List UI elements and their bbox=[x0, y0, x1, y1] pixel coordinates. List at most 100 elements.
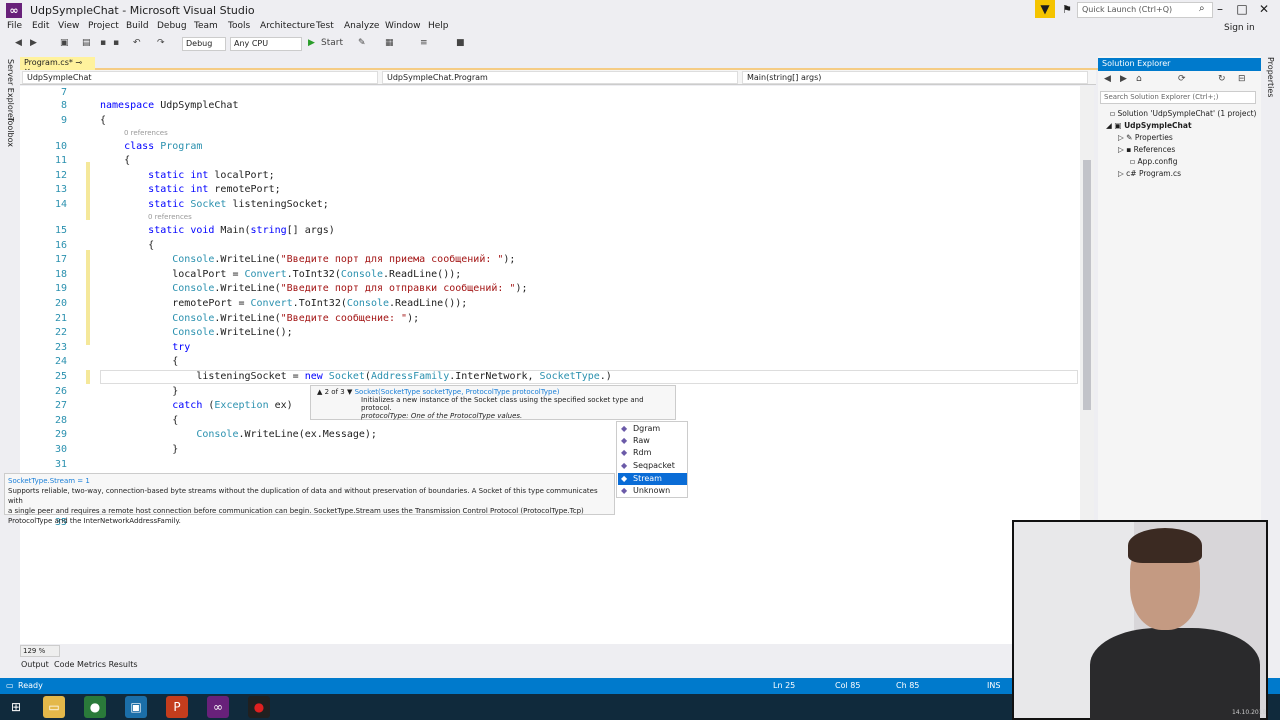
toolbox-tab[interactable]: Toolbox bbox=[6, 117, 15, 147]
close-button[interactable]: ✕ bbox=[1254, 2, 1274, 16]
open-file-icon[interactable]: ▤ bbox=[82, 38, 91, 48]
menu-view[interactable]: View bbox=[58, 21, 79, 31]
align-icon[interactable]: ≡ bbox=[420, 38, 428, 48]
redo-icon[interactable]: ↷ bbox=[157, 38, 165, 48]
signature-param: protocolType: One of the ProtocolType va… bbox=[361, 412, 523, 420]
start-button[interactable]: Start bbox=[321, 38, 343, 48]
code-line-29: Console.WriteLine(ex.Message); bbox=[196, 429, 377, 440]
minimize-button[interactable]: – bbox=[1210, 2, 1230, 16]
tree-app-config[interactable]: ▫ App.config bbox=[1130, 157, 1177, 166]
menu-tools[interactable]: Tools bbox=[228, 21, 250, 31]
tree-label: Properties bbox=[1134, 133, 1173, 142]
menu-team[interactable]: Team bbox=[194, 21, 218, 31]
powerpoint-icon[interactable]: P bbox=[166, 696, 188, 718]
menu-test[interactable]: Test bbox=[316, 21, 334, 31]
line-number: 25 bbox=[54, 371, 67, 382]
sync-icon[interactable]: ⟳ bbox=[1178, 74, 1186, 84]
tab-output[interactable]: Output bbox=[21, 660, 49, 669]
codelens-references[interactable]: 0 references bbox=[148, 213, 192, 221]
menu-window[interactable]: Window bbox=[385, 21, 421, 31]
tree-project[interactable]: ◢ ▣ UdpSympleChat bbox=[1106, 121, 1192, 130]
window-title: UdpSympleChat - Microsoft Visual Studio bbox=[30, 4, 255, 17]
find-icon[interactable]: ✎ bbox=[358, 38, 366, 48]
completion-item-selected[interactable]: ◆ Stream bbox=[618, 473, 687, 485]
completion-item[interactable]: ◆ Unknown bbox=[618, 485, 687, 497]
file-explorer-icon[interactable]: ▭ bbox=[43, 696, 65, 718]
menu-edit[interactable]: Edit bbox=[32, 21, 49, 31]
overload-up-icon[interactable]: ▲ bbox=[317, 388, 322, 396]
back-icon[interactable]: ◀ bbox=[15, 38, 22, 48]
completion-item[interactable]: ◆ Dgram bbox=[618, 423, 687, 435]
completion-item[interactable]: ◆ Seqpacket bbox=[618, 460, 687, 472]
tree-solution[interactable]: ▫ Solution 'UdpSympleChat' (1 project) bbox=[1110, 109, 1256, 118]
chrome-icon[interactable]: ● bbox=[84, 696, 106, 718]
forward-icon[interactable]: ▶ bbox=[30, 38, 37, 48]
tree-program-cs[interactable]: ▷ c# Program.cs bbox=[1118, 169, 1181, 178]
class-nav-select[interactable]: UdpSympleChat.Program bbox=[382, 71, 738, 84]
project-nav-label: UdpSympleChat bbox=[27, 73, 92, 82]
properties-tab[interactable]: Properties bbox=[1266, 57, 1275, 97]
tooltip-line: ProtocolType and the InterNetworkAddress… bbox=[8, 517, 181, 525]
tree-references[interactable]: ▷ ▪ References bbox=[1118, 145, 1175, 154]
tab-program-cs[interactable]: Program.cs* ⊸ ✕ bbox=[20, 57, 95, 76]
member-nav-select[interactable]: Main(string[] args) bbox=[742, 71, 1088, 84]
pin-icon[interactable]: ⊸ bbox=[75, 58, 82, 67]
taskbar-clock: 14.10.2018 bbox=[1232, 709, 1267, 716]
member-nav-label: Main(string[] args) bbox=[747, 73, 822, 82]
completion-list[interactable]: ◆ Dgram ◆ Raw ◆ Rdm ◆ Seqpacket ◆ Stream ◆ Unk… bbox=[616, 421, 688, 498]
project-nav-select[interactable]: UdpSympleChat bbox=[22, 71, 378, 84]
tree-label: App.config bbox=[1137, 157, 1178, 166]
notification-flag-icon[interactable]: ⚑ bbox=[1062, 3, 1072, 16]
bookmark-icon[interactable]: ■ bbox=[456, 38, 465, 48]
search-icon[interactable]: ⌕ bbox=[1199, 3, 1205, 14]
quick-launch-input[interactable]: Quick Launch (Ctrl+Q) bbox=[1077, 2, 1213, 18]
line-number: 15 bbox=[54, 225, 67, 236]
menu-help[interactable]: Help bbox=[428, 21, 449, 31]
menu-analyze[interactable]: Analyze bbox=[344, 21, 379, 31]
save-all-icon[interactable]: ▪ bbox=[113, 38, 119, 48]
new-project-icon[interactable]: ▣ bbox=[60, 38, 69, 48]
server-explorer-tab[interactable]: Server Explorer bbox=[6, 59, 15, 121]
collapse-icon[interactable]: ⊟ bbox=[1238, 74, 1246, 84]
forward-icon[interactable]: ▶ bbox=[1120, 74, 1127, 84]
undo-icon[interactable]: ↶ bbox=[133, 38, 141, 48]
platform-select[interactable]: Any CPU bbox=[230, 37, 302, 51]
enum-member-icon: ◆ bbox=[621, 486, 628, 495]
feedback-filter-icon[interactable]: ▼ bbox=[1035, 0, 1055, 18]
visual-studio-taskbar-icon[interactable]: ∞ bbox=[207, 696, 229, 718]
completion-label: Rdm bbox=[633, 448, 652, 457]
configuration-select[interactable]: Debug bbox=[182, 37, 226, 51]
completion-label: Raw bbox=[633, 436, 650, 445]
menu-architecture[interactable]: Architecture bbox=[260, 21, 315, 31]
solution-explorer-search[interactable]: Search Solution Explorer (Ctrl+;) bbox=[1100, 91, 1256, 104]
code-line-19: Console.WriteLine("Введите порт для отпр… bbox=[172, 283, 528, 294]
completion-item[interactable]: ◆ Raw bbox=[618, 435, 687, 447]
menu-project[interactable]: Project bbox=[88, 21, 119, 31]
app-icon[interactable]: ▣ bbox=[125, 696, 147, 718]
overload-down-icon[interactable]: ▼ bbox=[347, 388, 352, 396]
layout-icon[interactable]: ▦ bbox=[385, 38, 394, 48]
start-icon[interactable]: ▶ bbox=[308, 38, 315, 48]
bottom-panel-tabs: Output Code Metrics Results bbox=[20, 660, 220, 673]
back-icon[interactable]: ◀ bbox=[1104, 74, 1111, 84]
code-line-15: static void Main(string[] args) bbox=[148, 225, 335, 236]
menu-file[interactable]: File bbox=[7, 21, 22, 31]
menu-debug[interactable]: Debug bbox=[157, 21, 187, 31]
codelens-references[interactable]: 0 references bbox=[124, 129, 168, 137]
code-line-27: catch (Exception ex) bbox=[172, 400, 293, 411]
save-icon[interactable]: ▪ bbox=[100, 38, 106, 48]
record-icon[interactable]: ● bbox=[248, 696, 270, 718]
menu-build[interactable]: Build bbox=[126, 21, 149, 31]
tab-label: Program.cs* bbox=[24, 58, 73, 67]
quick-info-tooltip: SocketType.Stream = 1 Supports reliable,… bbox=[4, 473, 615, 525]
maximize-button[interactable]: □ bbox=[1232, 2, 1252, 16]
tree-properties[interactable]: ▷ ✎ Properties bbox=[1118, 133, 1173, 142]
sign-in-link[interactable]: Sign in bbox=[1224, 23, 1255, 33]
refresh-icon[interactable]: ↻ bbox=[1218, 74, 1226, 84]
tab-code-metrics[interactable]: Code Metrics Results bbox=[54, 660, 138, 669]
completion-item[interactable]: ◆ Rdm bbox=[618, 447, 687, 459]
windows-start-icon[interactable]: ⊞ bbox=[5, 696, 27, 718]
zoom-select[interactable]: 129 % bbox=[20, 645, 60, 657]
home-icon[interactable]: ⌂ bbox=[1136, 74, 1142, 84]
scrollbar-thumb[interactable] bbox=[1083, 160, 1091, 410]
